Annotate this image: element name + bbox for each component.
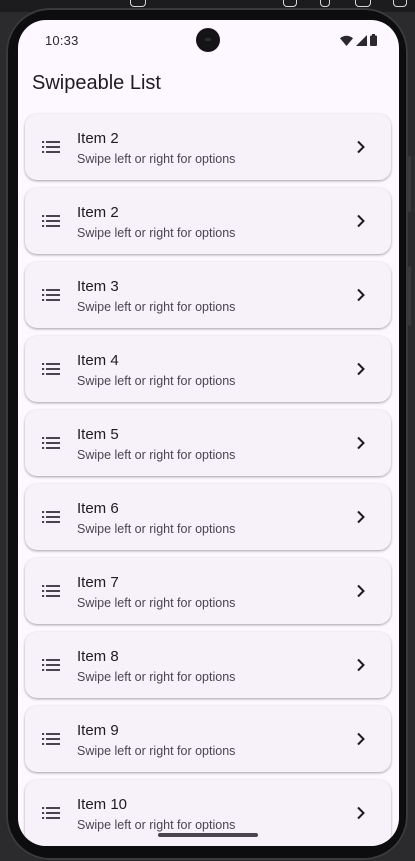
home-indicator[interactable]	[158, 833, 258, 837]
list-item-title: Item 2	[77, 130, 119, 147]
toolbar-glyph	[355, 0, 371, 7]
chevron-right-icon[interactable]	[356, 732, 366, 746]
list-item-subtitle: Swipe left or right for options	[77, 596, 236, 610]
list-item-title: Item 10	[77, 796, 128, 813]
chevron-right-icon[interactable]	[356, 288, 366, 302]
wifi-icon	[340, 35, 353, 46]
list-item-title: Item 8	[77, 648, 119, 665]
list-item-subtitle: Swipe left or right for options	[77, 226, 236, 240]
list-icon	[42, 363, 60, 375]
toolbar-glyph	[320, 0, 330, 7]
list-item-title: Item 6	[77, 500, 119, 517]
list-item-subtitle: Swipe left or right for options	[77, 818, 236, 832]
list-icon	[42, 807, 60, 819]
list-item-subtitle: Swipe left or right for options	[77, 670, 236, 684]
status-time: 10:33	[45, 33, 79, 48]
status-bar: 10:33	[18, 20, 399, 60]
list-item-title: Item 5	[77, 426, 119, 443]
chevron-right-icon[interactable]	[356, 214, 366, 228]
signal-icon	[356, 34, 367, 46]
list-icon	[42, 141, 60, 153]
power-button	[408, 156, 411, 212]
list-icon	[42, 585, 60, 597]
chevron-right-icon[interactable]	[356, 140, 366, 154]
toolbar-glyph	[283, 0, 297, 7]
list-item[interactable]: Item 2 Swipe left or right for options	[25, 188, 391, 254]
list-item[interactable]: Item 2 Swipe left or right for options	[25, 114, 391, 180]
list-item-title: Item 9	[77, 722, 119, 739]
list-item-subtitle: Swipe left or right for options	[77, 744, 236, 758]
list-icon	[42, 511, 60, 523]
battery-icon	[370, 34, 377, 46]
list-item-subtitle: Swipe left or right for options	[77, 522, 236, 536]
list-item-title: Item 2	[77, 204, 119, 221]
swipeable-list[interactable]: Item 2 Swipe left or right for options I…	[25, 114, 391, 846]
list-item[interactable]: Item 3 Swipe left or right for options	[25, 262, 391, 328]
list-icon	[42, 437, 60, 449]
list-item-title: Item 7	[77, 574, 119, 591]
chevron-right-icon[interactable]	[356, 362, 366, 376]
list-item[interactable]: Item 4 Swipe left or right for options	[25, 336, 391, 402]
list-icon	[42, 289, 60, 301]
list-item-title: Item 4	[77, 352, 119, 369]
list-item[interactable]: Item 8 Swipe left or right for options	[25, 632, 391, 698]
list-item-subtitle: Swipe left or right for options	[77, 448, 236, 462]
page-title: Swipeable List	[32, 72, 161, 94]
list-icon	[42, 733, 60, 745]
list-item-title: Item 3	[77, 278, 119, 295]
phone-screen: 10:33 Swipeable List Item 2 Swipe left o…	[18, 20, 399, 846]
list-item[interactable]: Item 5 Swipe left or right for options	[25, 410, 391, 476]
list-icon	[42, 215, 60, 227]
camera-cutout	[196, 28, 220, 52]
list-item[interactable]: Item 6 Swipe left or right for options	[25, 484, 391, 550]
list-icon	[42, 659, 60, 671]
chevron-right-icon[interactable]	[356, 436, 366, 450]
list-item-subtitle: Swipe left or right for options	[77, 152, 236, 166]
chevron-right-icon[interactable]	[356, 510, 366, 524]
chevron-right-icon[interactable]	[356, 658, 366, 672]
list-item[interactable]: Item 7 Swipe left or right for options	[25, 558, 391, 624]
system-icons	[340, 33, 377, 47]
volume-button	[408, 266, 411, 326]
toolbar-glyph	[393, 0, 407, 7]
toolbar-glyph	[130, 0, 146, 7]
chevron-right-icon[interactable]	[356, 806, 366, 820]
chevron-right-icon[interactable]	[356, 584, 366, 598]
list-item-subtitle: Swipe left or right for options	[77, 300, 236, 314]
list-item-subtitle: Swipe left or right for options	[77, 374, 236, 388]
list-item[interactable]: Item 9 Swipe left or right for options	[25, 706, 391, 772]
